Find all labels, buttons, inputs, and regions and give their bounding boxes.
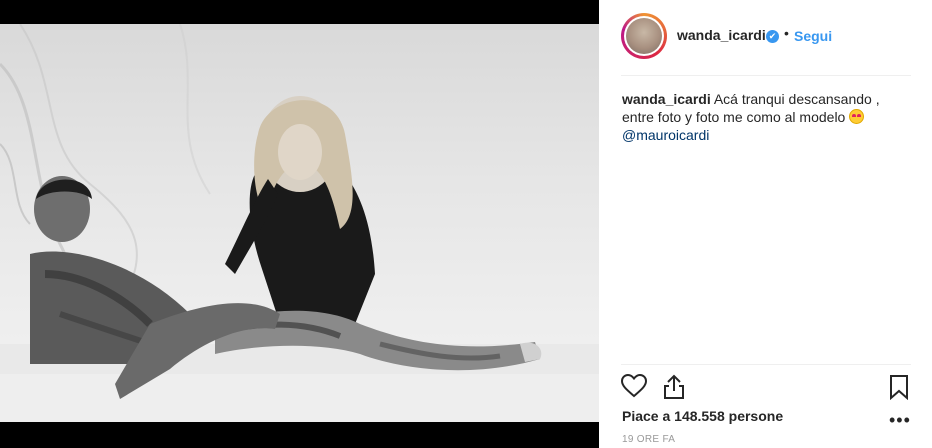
more-icon[interactable]: ••• [889,410,911,431]
post-timestamp[interactable]: 19 ORE FA [622,434,675,445]
caption-mention[interactable]: @mauroicardi [622,127,709,143]
photo-illustration [0,24,599,422]
avatar-image [626,18,662,54]
post-caption: wanda_icardi Acá tranqui descansando , e… [622,90,907,144]
caption-username[interactable]: wanda_icardi [622,91,711,107]
avatar[interactable] [621,13,667,59]
heart-eyes-emoji-icon [849,109,865,124]
follow-button[interactable]: Segui [794,28,832,44]
post-photo[interactable] [0,24,599,422]
post-sidebar: wanda_icardi ✔ • Segui wanda_icardi Acá … [599,0,932,448]
likes-count[interactable]: Piace a 148.558 persone [622,408,783,424]
post-header: wanda_icardi ✔ • Segui [599,0,932,76]
divider [621,75,911,76]
header-separator: • [784,25,789,41]
header-username[interactable]: wanda_icardi [677,27,766,43]
divider [621,364,911,365]
avatar-frame [624,16,664,56]
verified-badge-icon: ✔ [766,30,779,43]
post-actions [599,368,932,408]
heart-icon[interactable] [620,373,648,403]
share-icon[interactable] [663,374,685,405]
bookmark-icon[interactable] [889,374,909,405]
post-media [0,0,599,448]
